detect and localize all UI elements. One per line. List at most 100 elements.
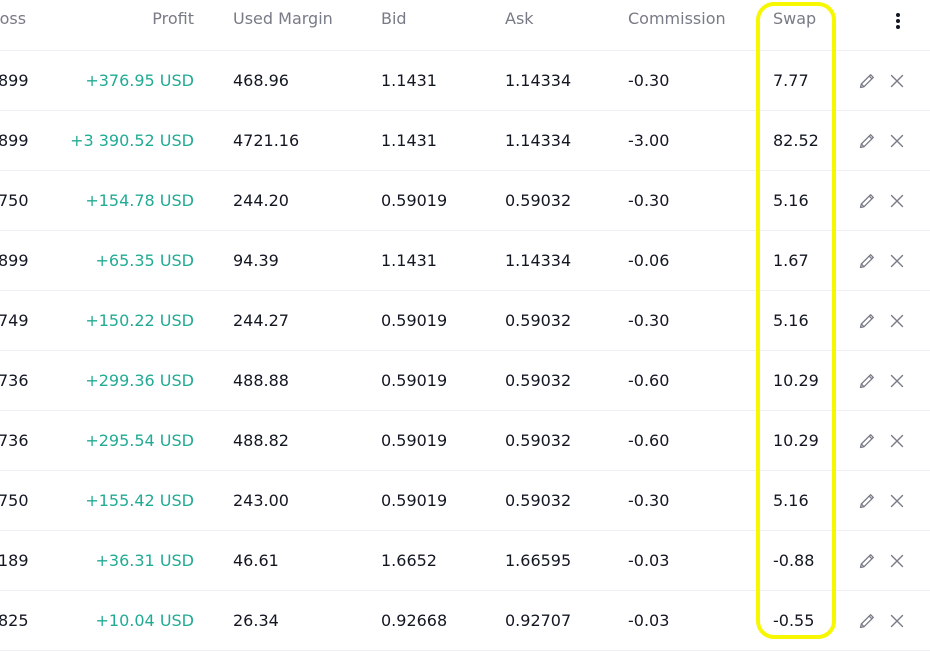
column-header-ask[interactable]: Ask	[505, 0, 615, 50]
loss-value: 899	[0, 131, 29, 150]
table-row[interactable]: 750 +155.42 USD 243.00 0.59019 0.59032 -…	[0, 471, 930, 531]
row-actions	[852, 291, 922, 350]
column-header-bid-label: Bid	[381, 9, 407, 28]
cell-ask: 1.66595	[505, 531, 615, 590]
used-margin-value: 4721.16	[233, 131, 300, 150]
pencil-icon[interactable]	[854, 488, 880, 514]
column-header-used-margin[interactable]: Used Margin	[233, 0, 353, 50]
cell-profit: +10.04 USD	[40, 591, 194, 650]
cell-loss: 750	[0, 171, 40, 230]
table-row[interactable]: 736 +295.54 USD 488.82 0.59019 0.59032 -…	[0, 411, 930, 471]
profit-value: +65.35 USD	[95, 251, 194, 270]
commission-value: -0.30	[628, 491, 670, 510]
cell-loss: 899	[0, 51, 40, 110]
cell-profit: +150.22 USD	[40, 291, 194, 350]
close-icon[interactable]	[884, 68, 910, 94]
column-header-swap-label: Swap	[773, 9, 817, 28]
row-actions	[852, 471, 922, 530]
cell-profit: +299.36 USD	[40, 351, 194, 410]
close-icon[interactable]	[884, 248, 910, 274]
cell-ask: 0.59032	[505, 291, 615, 350]
column-header-profit[interactable]: Profit	[40, 0, 194, 50]
table-row[interactable]: 899 +3 390.52 USD 4721.16 1.1431 1.14334…	[0, 111, 930, 171]
positions-table: Loss Profit Used Margin Bid Ask Commissi…	[0, 0, 930, 651]
cell-ask: 0.92707	[505, 591, 615, 650]
commission-value: -0.30	[628, 71, 670, 90]
swap-value: 7.77	[773, 71, 809, 90]
table-row[interactable]: 825 +10.04 USD 26.34 0.92668 0.92707 -0.…	[0, 591, 930, 651]
column-header-swap[interactable]: Swap	[773, 0, 833, 50]
pencil-icon[interactable]	[854, 68, 880, 94]
close-icon[interactable]	[884, 608, 910, 634]
cell-used-margin: 94.39	[233, 231, 353, 290]
cell-profit: +295.54 USD	[40, 411, 194, 470]
ask-value: 1.14334	[505, 251, 572, 270]
cell-used-margin: 243.00	[233, 471, 353, 530]
bid-value: 0.59019	[381, 431, 448, 450]
cell-swap: 1.67	[773, 231, 833, 290]
pencil-icon[interactable]	[854, 428, 880, 454]
table-row[interactable]: 899 +65.35 USD 94.39 1.1431 1.14334 -0.0…	[0, 231, 930, 291]
more-vertical-icon[interactable]	[886, 9, 910, 33]
profit-value: +155.42 USD	[85, 491, 194, 510]
cell-loss: 749	[0, 291, 40, 350]
cell-swap: 7.77	[773, 51, 833, 110]
loss-value: 749	[0, 311, 29, 330]
table-row[interactable]: 749 +150.22 USD 244.27 0.59019 0.59032 -…	[0, 291, 930, 351]
pencil-icon[interactable]	[854, 128, 880, 154]
cell-used-margin: 488.88	[233, 351, 353, 410]
cell-loss: 899	[0, 231, 40, 290]
used-margin-value: 488.88	[233, 371, 289, 390]
used-margin-value: 468.96	[233, 71, 289, 90]
column-header-commission[interactable]: Commission	[628, 0, 748, 50]
cell-bid: 0.59019	[381, 411, 491, 470]
bid-value: 0.59019	[381, 371, 448, 390]
used-margin-value: 488.82	[233, 431, 289, 450]
cell-commission: -0.30	[628, 291, 748, 350]
column-header-bid[interactable]: Bid	[381, 0, 491, 50]
column-header-loss[interactable]: Loss	[0, 0, 40, 50]
cell-used-margin: 244.20	[233, 171, 353, 230]
swap-value: 1.67	[773, 251, 809, 270]
close-icon[interactable]	[884, 188, 910, 214]
cell-used-margin: 488.82	[233, 411, 353, 470]
close-icon[interactable]	[884, 308, 910, 334]
cell-swap: 5.16	[773, 171, 833, 230]
cell-ask: 0.59032	[505, 171, 615, 230]
used-margin-value: 26.34	[233, 611, 279, 630]
pencil-icon[interactable]	[854, 608, 880, 634]
row-actions	[852, 531, 922, 590]
profit-value: +150.22 USD	[85, 311, 194, 330]
pencil-icon[interactable]	[854, 188, 880, 214]
cell-loss: 825	[0, 591, 40, 650]
commission-value: -0.30	[628, 311, 670, 330]
cell-bid: 0.92668	[381, 591, 491, 650]
profit-value: +3 390.52 USD	[70, 131, 194, 150]
cell-bid: 0.59019	[381, 471, 491, 530]
cell-loss: 189	[0, 531, 40, 590]
used-margin-value: 243.00	[233, 491, 289, 510]
ask-value: 1.14334	[505, 131, 572, 150]
pencil-icon[interactable]	[854, 368, 880, 394]
pencil-icon[interactable]	[854, 248, 880, 274]
pencil-icon[interactable]	[854, 548, 880, 574]
close-icon[interactable]	[884, 368, 910, 394]
cell-ask: 0.59032	[505, 351, 615, 410]
cell-used-margin: 468.96	[233, 51, 353, 110]
pencil-icon[interactable]	[854, 308, 880, 334]
column-header-profit-label: Profit	[152, 9, 194, 28]
close-icon[interactable]	[884, 128, 910, 154]
bid-value: 1.6652	[381, 551, 437, 570]
commission-value: -0.60	[628, 431, 670, 450]
table-row[interactable]: 189 +36.31 USD 46.61 1.6652 1.66595 -0.0…	[0, 531, 930, 591]
close-icon[interactable]	[884, 488, 910, 514]
table-row[interactable]: 736 +299.36 USD 488.88 0.59019 0.59032 -…	[0, 351, 930, 411]
row-actions	[852, 51, 922, 110]
table-row[interactable]: 750 +154.78 USD 244.20 0.59019 0.59032 -…	[0, 171, 930, 231]
cell-loss: 736	[0, 411, 40, 470]
row-actions	[852, 231, 922, 290]
close-icon[interactable]	[884, 548, 910, 574]
table-row[interactable]: 899 +376.95 USD 468.96 1.1431 1.14334 -0…	[0, 51, 930, 111]
close-icon[interactable]	[884, 428, 910, 454]
cell-profit: +155.42 USD	[40, 471, 194, 530]
